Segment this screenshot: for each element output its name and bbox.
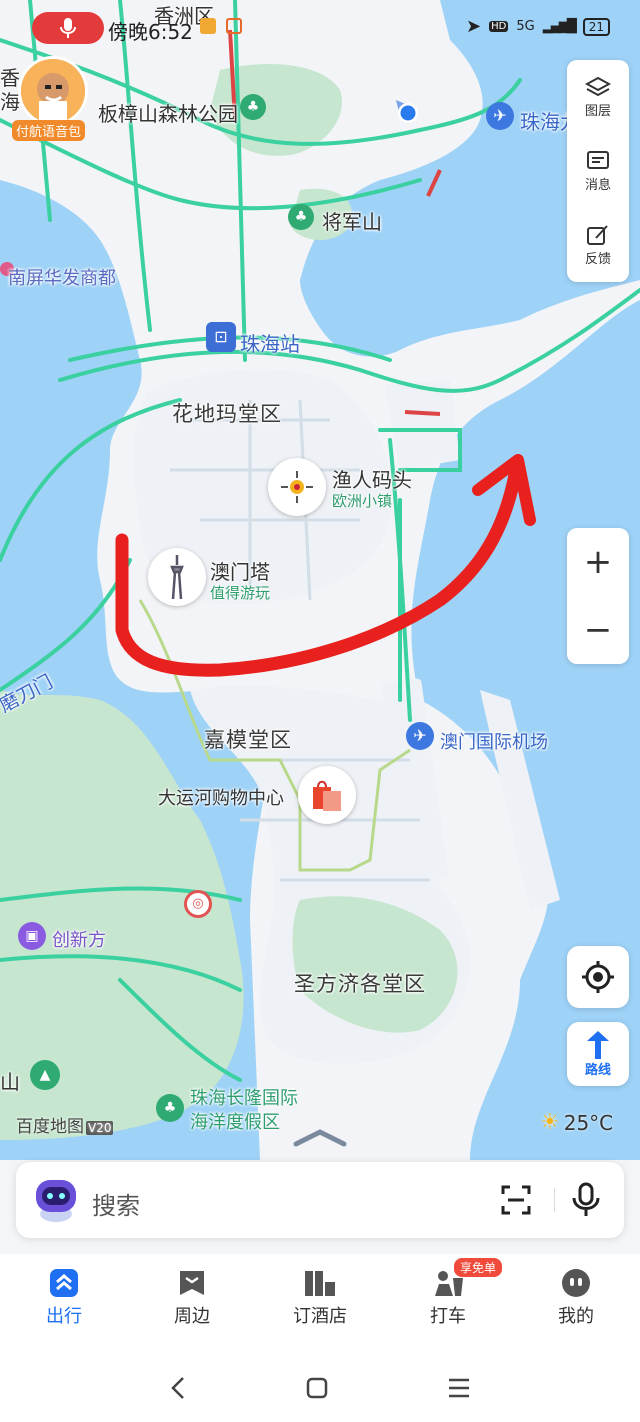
menu-icon[interactable] <box>446 1376 472 1400</box>
profile-icon <box>562 1269 590 1297</box>
map-label-mall: 南屏华发商都 <box>8 268 116 289</box>
messages-button[interactable]: 消息 <box>567 134 629 208</box>
travel-icon <box>50 1269 78 1297</box>
map-label-district: 圣方济各堂区 <box>294 972 426 996</box>
map-label-poi: 澳门塔 <box>210 560 270 584</box>
locate-icon <box>582 961 614 993</box>
tab-label: 打车 <box>430 1306 466 1327</box>
edit-icon <box>587 224 608 245</box>
tree-icon[interactable]: ♣ <box>288 204 314 230</box>
shield-poi-icon[interactable]: ▣ <box>18 922 46 950</box>
map-label-park: 板樟山森林公园 <box>98 102 238 126</box>
nearby-icon <box>180 1271 204 1295</box>
tab-label: 我的 <box>558 1306 594 1327</box>
mic-icon <box>60 18 76 38</box>
feedback-button[interactable]: 反馈 <box>567 208 629 282</box>
notification-icon <box>200 18 216 34</box>
airport-icon[interactable]: ✈ <box>486 102 514 130</box>
avatar-tag: 付航语音包 <box>12 120 86 141</box>
map-label-mall: 大运河购物中心 <box>158 788 284 809</box>
map-label-poi-sub: 值得游玩 <box>210 584 271 602</box>
airport-icon[interactable]: ✈ <box>406 722 434 750</box>
feedback-label: 反馈 <box>584 251 611 267</box>
locate-button[interactable] <box>567 946 629 1008</box>
map-label-district: 嘉模堂区 <box>204 728 292 752</box>
macau-tower-icon[interactable] <box>148 548 206 606</box>
map-watermark: 百度地图 V20 <box>16 1112 114 1137</box>
location-marker <box>392 98 422 128</box>
status-time: 傍晚6:52 <box>108 20 193 44</box>
tab-taxi[interactable]: 享免单 打车 <box>384 1254 512 1354</box>
home-icon[interactable] <box>305 1376 329 1400</box>
hd-icon: HD <box>489 21 509 32</box>
scan-icon[interactable] <box>500 1184 532 1220</box>
tree-icon[interactable]: ♣ <box>240 94 266 120</box>
layers-icon <box>585 76 611 96</box>
promo-badge: 享免单 <box>454 1258 503 1277</box>
weather-widget[interactable]: ☀ 25°C <box>540 1110 613 1135</box>
search-input[interactable]: 搜索 <box>92 1186 140 1221</box>
tab-label: 出行 <box>46 1306 82 1327</box>
temperature: 25°C <box>563 1110 614 1135</box>
hotel-icon <box>305 1271 335 1296</box>
zoom-control: + − <box>567 528 629 664</box>
divider <box>554 1188 555 1212</box>
signal-icon: ▂▄▆█ <box>542 19 577 34</box>
route-label: 路线 <box>584 1062 611 1078</box>
mountain-icon[interactable]: ▲ <box>30 1060 60 1090</box>
back-icon[interactable] <box>168 1375 188 1401</box>
map-label-poi: 渔人码头 <box>332 468 412 492</box>
notification-icon <box>226 18 242 34</box>
layers-button[interactable]: 图层 <box>567 60 629 134</box>
route-button[interactable]: 路线 <box>567 1022 629 1086</box>
map-label-resort: 珠海长隆国际 <box>190 1088 298 1109</box>
train-station-icon[interactable]: ⊡ <box>206 322 236 352</box>
network-label: 5G <box>516 19 535 34</box>
tab-label: 周边 <box>174 1306 210 1327</box>
shopping-bag-icon[interactable] <box>298 766 356 824</box>
status-bar: 傍晚6:52 ➤ HD 5G ▂▄▆█ 21 <box>0 0 640 50</box>
map-label-mountain: 将军山 <box>322 210 382 234</box>
map-tools-panel: 图层 消息 反馈 <box>567 60 629 282</box>
tab-hotel[interactable]: 订酒店 <box>256 1254 384 1354</box>
map-label-poi-sub: 欧洲小镇 <box>332 492 393 510</box>
search-bar[interactable]: 搜索 <box>16 1162 624 1238</box>
park-icon[interactable]: ♣ <box>156 1094 184 1122</box>
chevron-up-icon[interactable] <box>292 1128 348 1152</box>
layers-label: 图层 <box>584 103 611 119</box>
battery-icon: 21 <box>582 17 610 36</box>
sun-icon: ☀ <box>540 1110 560 1135</box>
map-label-poi: 创新方 <box>52 930 106 951</box>
tab-label: 订酒店 <box>293 1306 347 1327</box>
messages-label: 消息 <box>584 177 611 193</box>
map-label-mountain: 山 <box>0 1070 20 1094</box>
watermark-text: 百度地图 <box>16 1117 84 1137</box>
map-label-resort: 海洋度假区 <box>190 1112 280 1133</box>
zoom-out-button[interactable]: − <box>567 596 629 664</box>
avatar <box>18 56 88 126</box>
system-nav-bar <box>0 1354 640 1422</box>
route-arrow-icon <box>587 1030 609 1059</box>
voice-pack-avatar[interactable]: 付航语音包 <box>12 56 92 141</box>
map-label-station: 珠海站 <box>240 332 300 356</box>
tab-profile[interactable]: 我的 <box>512 1254 640 1354</box>
zoom-in-button[interactable]: + <box>567 528 629 596</box>
bottom-nav: 出行 周边 订酒店 享免单 打车 我的 <box>0 1254 640 1354</box>
map-app: ♣ ♣ ⊡ ✈ ✈ ▣ ▲ ♣ ◎ 香洲区 香 海 板樟山森林公园 珠海九 将军… <box>0 0 640 1422</box>
map-label-district: 花地玛堂区 <box>172 402 282 426</box>
voice-search-icon[interactable] <box>571 1182 601 1222</box>
road-sign-icon: ◎ <box>184 890 212 918</box>
map-label-airport: 澳门国际机场 <box>440 732 548 753</box>
message-icon <box>587 150 609 169</box>
version-badge: V20 <box>86 1121 114 1135</box>
recording-indicator[interactable] <box>32 12 104 44</box>
tab-nearby[interactable]: 周边 <box>128 1254 256 1354</box>
tab-travel[interactable]: 出行 <box>0 1254 128 1354</box>
assistant-robot-icon[interactable] <box>32 1174 80 1224</box>
fishermans-wharf-icon[interactable] <box>268 458 326 516</box>
navigation-arrow-icon: ➤ <box>466 16 482 37</box>
